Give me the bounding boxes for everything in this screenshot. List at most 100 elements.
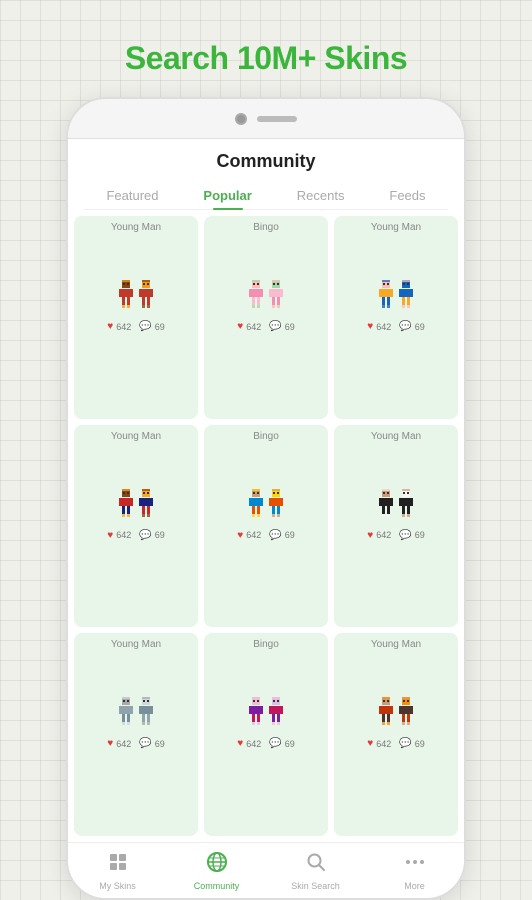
skin-card[interactable]: Young Man xyxy=(334,425,458,628)
skin-card[interactable]: Young Man xyxy=(334,633,458,836)
skin-name: Young Man xyxy=(371,639,421,650)
skin-card[interactable]: Young Man xyxy=(74,425,198,628)
skin-card[interactable]: Young Man xyxy=(74,633,198,836)
nav-skin-search-label: Skin Search xyxy=(291,881,340,891)
comment-count: 💬 69 xyxy=(399,530,424,541)
skin-stats: ♥ 642 💬 69 xyxy=(107,321,164,332)
skin-stats: ♥ 642 💬 69 xyxy=(367,321,424,332)
app-title: Search 10M+ Skins xyxy=(125,40,407,77)
tab-recents[interactable]: Recents xyxy=(289,182,353,209)
comment-icon: 💬 xyxy=(399,321,411,332)
heart-icon: ♥ xyxy=(367,321,373,332)
nav-my-skins[interactable]: My Skins xyxy=(68,843,167,898)
comment-count: 💬 69 xyxy=(269,530,294,541)
comment-value: 69 xyxy=(155,739,165,749)
skin-image xyxy=(340,654,452,734)
heart-icon: ♥ xyxy=(237,530,243,541)
comment-icon: 💬 xyxy=(269,738,281,749)
heart-icon: ♥ xyxy=(237,738,243,749)
skin-stats: ♥ 642 💬 69 xyxy=(107,738,164,749)
skin-image xyxy=(340,446,452,526)
phone-top-bar xyxy=(68,99,464,139)
like-value: 642 xyxy=(246,530,261,540)
like-count: ♥ 642 xyxy=(237,530,261,541)
heart-icon: ♥ xyxy=(107,738,113,749)
skin-image xyxy=(80,654,192,734)
skin-image xyxy=(340,237,452,317)
like-value: 642 xyxy=(116,322,131,332)
comment-icon: 💬 xyxy=(399,738,411,749)
nav-more-label: More xyxy=(404,881,425,891)
skin-name: Bingo xyxy=(253,639,279,650)
comment-value: 69 xyxy=(415,322,425,332)
like-count: ♥ 642 xyxy=(367,321,391,332)
nav-skin-search[interactable]: Skin Search xyxy=(266,843,365,898)
comment-count: 💬 69 xyxy=(139,738,164,749)
comment-count: 💬 69 xyxy=(139,530,164,541)
like-value: 642 xyxy=(246,322,261,332)
skin-stats: ♥ 642 💬 69 xyxy=(237,738,294,749)
skin-card[interactable]: Bingo xyxy=(204,216,328,419)
like-count: ♥ 642 xyxy=(367,738,391,749)
skin-image xyxy=(80,237,192,317)
skin-stats: ♥ 642 💬 69 xyxy=(237,321,294,332)
comment-value: 69 xyxy=(415,530,425,540)
tab-bar: Featured Popular Recents Feeds xyxy=(84,182,448,210)
tab-featured[interactable]: Featured xyxy=(98,182,166,209)
camera-icon xyxy=(235,113,247,125)
skin-name: Young Man xyxy=(111,431,161,442)
like-value: 642 xyxy=(376,322,391,332)
nav-community-label: Community xyxy=(194,881,240,891)
skin-name: Young Man xyxy=(371,431,421,442)
skin-name: Bingo xyxy=(253,431,279,442)
comment-count: 💬 69 xyxy=(269,738,294,749)
comment-icon: 💬 xyxy=(269,530,281,541)
comment-value: 69 xyxy=(155,322,165,332)
comment-icon: 💬 xyxy=(139,321,151,332)
tab-feeds[interactable]: Feeds xyxy=(381,182,433,209)
nav-community[interactable]: Community xyxy=(167,843,266,898)
skin-name: Young Man xyxy=(371,222,421,233)
speaker xyxy=(257,116,297,122)
skin-image xyxy=(210,446,322,526)
skin-card[interactable]: Bingo xyxy=(204,425,328,628)
comment-value: 69 xyxy=(285,530,295,540)
comment-icon: 💬 xyxy=(139,738,151,749)
heart-icon: ♥ xyxy=(367,530,373,541)
comment-value: 69 xyxy=(285,739,295,749)
community-icon xyxy=(206,851,228,879)
skin-card[interactable]: Bingo xyxy=(204,633,328,836)
comment-value: 69 xyxy=(155,530,165,540)
skin-stats: ♥ 642 💬 69 xyxy=(367,738,424,749)
my-skins-icon xyxy=(107,851,129,879)
phone-screen: Community Featured Popular Recents Feeds… xyxy=(68,139,464,898)
like-count: ♥ 642 xyxy=(237,321,261,332)
skin-image xyxy=(80,446,192,526)
more-icon xyxy=(404,851,426,879)
comment-count: 💬 69 xyxy=(399,738,424,749)
skins-grid: Young Man xyxy=(68,210,464,842)
comment-icon: 💬 xyxy=(139,530,151,541)
screen-header: Community Featured Popular Recents Feeds xyxy=(68,139,464,210)
like-value: 642 xyxy=(116,530,131,540)
like-count: ♥ 642 xyxy=(107,321,131,332)
screen-title: Community xyxy=(84,151,448,172)
like-count: ♥ 642 xyxy=(107,530,131,541)
skin-search-icon xyxy=(305,851,327,879)
like-value: 642 xyxy=(116,739,131,749)
nav-more[interactable]: More xyxy=(365,843,464,898)
skin-name: Young Man xyxy=(111,639,161,650)
skin-card[interactable]: Young Man xyxy=(74,216,198,419)
comment-count: 💬 69 xyxy=(399,321,424,332)
comment-value: 69 xyxy=(415,739,425,749)
phone-frame: Community Featured Popular Recents Feeds… xyxy=(66,97,466,900)
comment-icon: 💬 xyxy=(399,530,411,541)
skin-card[interactable]: Young Man xyxy=(334,216,458,419)
tab-popular[interactable]: Popular xyxy=(195,182,259,209)
comment-value: 69 xyxy=(285,322,295,332)
like-value: 642 xyxy=(246,739,261,749)
like-value: 642 xyxy=(376,739,391,749)
skin-stats: ♥ 642 💬 69 xyxy=(367,530,424,541)
like-count: ♥ 642 xyxy=(107,738,131,749)
comment-icon: 💬 xyxy=(269,321,281,332)
